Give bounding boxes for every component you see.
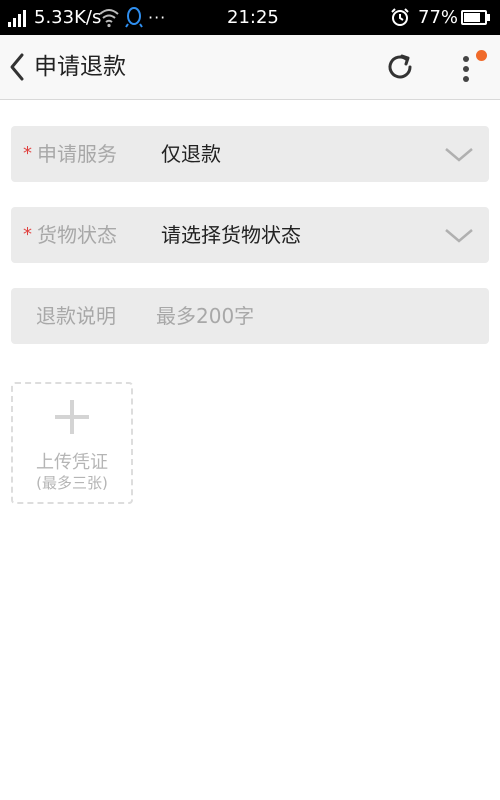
notification-badge xyxy=(476,50,487,61)
back-button[interactable] xyxy=(4,45,34,89)
chevron-left-icon xyxy=(10,53,24,81)
service-value: 仅退款 xyxy=(161,142,221,166)
upload-label: 上传凭证 xyxy=(36,452,108,473)
refresh-icon xyxy=(388,54,412,79)
network-speed: 5.33K/s xyxy=(34,7,102,28)
nav-bar: 申请退款 xyxy=(0,35,500,100)
required-mark: * xyxy=(23,143,32,164)
refund-description-input[interactable] xyxy=(156,298,476,334)
battery-percent: 77% xyxy=(418,7,459,28)
required-mark: * xyxy=(23,224,32,245)
battery-icon xyxy=(461,10,491,25)
more-menu-button[interactable] xyxy=(452,45,492,89)
refund-service-select[interactable]: * 申请服务 仅退款 xyxy=(11,126,489,182)
goods-status-select[interactable]: * 货物状态 请选择货物状态 xyxy=(11,207,489,263)
signal-icon xyxy=(8,9,30,27)
service-label: 申请服务 xyxy=(37,142,117,166)
alarm-icon xyxy=(390,0,410,35)
clock-time: 21:25 xyxy=(227,7,279,28)
qq-icon xyxy=(124,0,144,35)
upload-hint: (最多三张) xyxy=(36,474,108,492)
status-bar: 5.33K/s ··· 21:25 77% xyxy=(0,0,500,35)
page-title: 申请退款 xyxy=(34,54,126,80)
refresh-button[interactable] xyxy=(382,49,418,85)
upload-proof-button[interactable]: 上传凭证 (最多三张) xyxy=(11,382,133,504)
refund-description-row: 退款说明 xyxy=(11,288,489,344)
plus-icon xyxy=(55,400,89,434)
goods-status-label: 货物状态 xyxy=(37,223,117,247)
wifi-icon xyxy=(98,0,120,35)
goods-status-value: 请选择货物状态 xyxy=(161,223,301,247)
chevron-down-icon xyxy=(445,148,473,162)
description-label: 退款说明 xyxy=(36,304,116,328)
more-notifications-icon: ··· xyxy=(148,8,167,27)
chevron-down-icon xyxy=(445,229,473,243)
